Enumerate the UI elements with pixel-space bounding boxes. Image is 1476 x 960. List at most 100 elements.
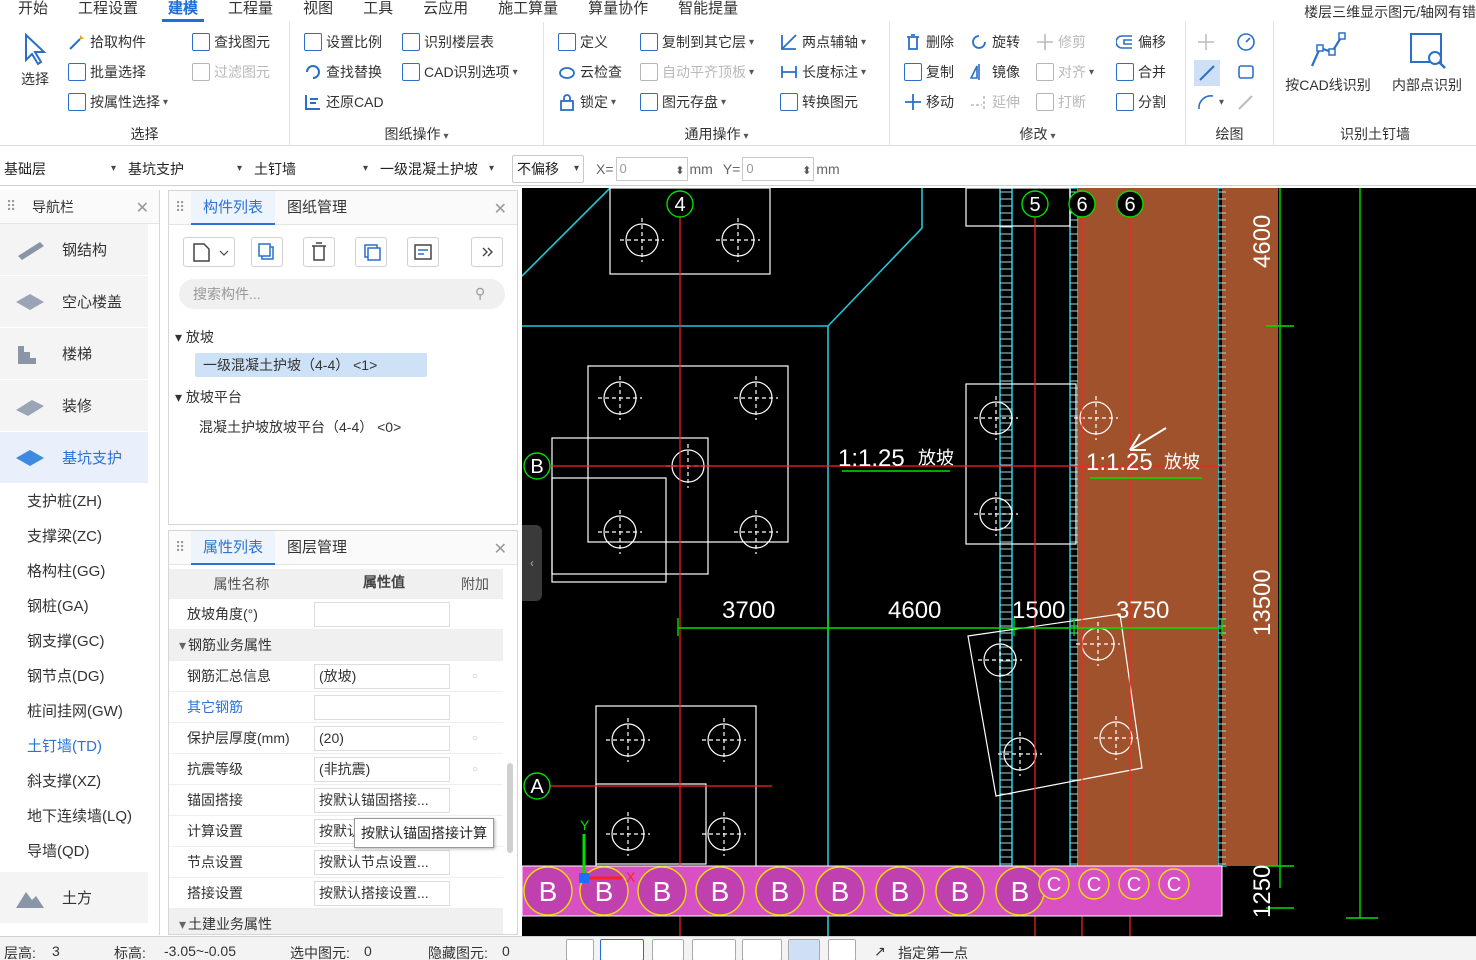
cloud-check-button[interactable]: 云检查	[558, 60, 622, 84]
menu-project-settings[interactable]: 工程设置	[60, 0, 150, 22]
offset-toggle[interactable]	[742, 939, 782, 960]
cad-drawing[interactable]: 3700 4600 1500 3750 4600 13500 1250 1:1.…	[522, 188, 1476, 936]
sort-component-button[interactable]	[407, 237, 439, 267]
dynamic-input-toggle[interactable]	[788, 939, 820, 960]
property-row[interactable]: 其它钢筋	[169, 692, 503, 723]
angle-toggle[interactable]	[692, 939, 736, 960]
nav-item[interactable]: 桩间挂网(GW)	[0, 694, 148, 729]
floor-select[interactable]: 基础层	[0, 155, 120, 183]
auto-align-button[interactable]: 自动平齐顶板	[640, 60, 754, 84]
nav-item[interactable]: 钢节点(DG)	[0, 659, 148, 694]
rotate-button[interactable]: 旋转	[970, 30, 1020, 54]
find-replace-button[interactable]: 查找替换	[304, 60, 382, 84]
property-row[interactable]: 搭接设置 按默认搭接设置...	[169, 878, 503, 909]
property-row[interactable]: 锚固搭接 按默认锚固搭接...	[169, 785, 503, 816]
find-element-button[interactable]: 查找图元	[192, 30, 270, 54]
nav-cat-decoration[interactable]: 装修	[0, 380, 148, 432]
tab-layer-management[interactable]: 图层管理	[275, 531, 359, 565]
nav-close-icon[interactable]: ✕	[136, 198, 149, 218]
pick-component-button[interactable]: 拾取构件	[68, 30, 146, 54]
category-select[interactable]: 基坑支护	[124, 155, 246, 183]
nav-item[interactable]: 格构柱(GG)	[0, 554, 148, 589]
convert-element-button[interactable]: 转换图元	[780, 90, 858, 114]
merge-button[interactable]: 合并	[1116, 60, 1166, 84]
property-row[interactable]: 钢筋汇总信息 (放坡) ○	[169, 661, 503, 692]
draw-point-button[interactable]	[1196, 30, 1216, 54]
offset-button[interactable]: 偏移	[1115, 30, 1166, 54]
nav-cat-hollow-slab[interactable]: 空心楼盖	[0, 276, 148, 328]
property-row[interactable]: 抗震等级 (非抗震) ○	[169, 754, 503, 785]
lock-button[interactable]: 锁定	[558, 90, 616, 114]
tree-item-platform-1[interactable]: 混凝土护坡放坡平台（4-4） <0>	[199, 417, 401, 437]
menu-smart[interactable]: 智能提量	[660, 0, 750, 22]
copy-component-button[interactable]	[251, 237, 283, 267]
tab-component-list[interactable]: 构件列表	[191, 190, 276, 225]
property-row[interactable]: ▾ 土建业务属性	[169, 909, 503, 934]
panel-collapse-toggle[interactable]: ‹	[522, 525, 542, 601]
define-button[interactable]: 定义	[558, 30, 608, 54]
nav-item[interactable]: 支护桩(ZH)	[0, 484, 148, 519]
layer-copy-button[interactable]	[355, 237, 387, 267]
drawing-group-title[interactable]: 图纸操作	[290, 124, 543, 144]
draw-arc-point-button[interactable]	[1236, 30, 1256, 54]
set-scale-button[interactable]: 设置比例	[304, 30, 382, 54]
property-value[interactable]: (非抗震)	[314, 756, 450, 782]
property-extra-checkbox[interactable]: ○	[450, 671, 500, 682]
cad-canvas[interactable]: 3700 4600 1500 3750 4600 13500 1250 1:1.…	[522, 188, 1476, 936]
component-search-input[interactable]: 搜索构件...	[179, 279, 505, 309]
draw-arc-button[interactable]	[1196, 90, 1224, 114]
property-extra-checkbox[interactable]: ○	[450, 733, 500, 744]
property-scrollbar[interactable]	[507, 763, 513, 853]
y-input[interactable]: 0	[742, 156, 815, 182]
drag-grip-icon[interactable]: ⠿	[175, 199, 191, 216]
split-button[interactable]: 分割	[1116, 90, 1166, 114]
cad-options-button[interactable]: CAD识别选项	[402, 60, 518, 84]
restore-cad-button[interactable]: 还原CAD	[304, 90, 384, 114]
soil-nail-wall[interactable]	[1078, 188, 1218, 866]
copy-to-floor-button[interactable]: 复制到其它层	[640, 30, 754, 54]
nav-cat-pit-support[interactable]: 基坑支护	[0, 432, 148, 484]
property-row[interactable]: 保护层厚度(mm) (20) ○	[169, 723, 503, 754]
property-value[interactable]	[314, 601, 450, 627]
menu-view[interactable]: 视图	[285, 0, 345, 22]
ortho-toggle[interactable]	[566, 939, 594, 960]
nav-item[interactable]: 支撑梁(ZC)	[0, 519, 148, 554]
property-value[interactable]: 按默认锚固搭接...	[314, 787, 450, 813]
nav-item[interactable]: 斜支撑(XZ)	[0, 764, 148, 799]
menu-modeling[interactable]: 建模	[150, 0, 210, 22]
draw-pen-button[interactable]	[1236, 90, 1256, 114]
component-select[interactable]: 一级混凝土护坡	[376, 155, 498, 183]
nav-item[interactable]: 钢桩(GA)	[0, 589, 148, 624]
align-button[interactable]: 对齐	[1036, 60, 1094, 84]
tree-group-platform[interactable]: ▾ 放坡平台	[175, 387, 242, 407]
delete-component-button[interactable]	[303, 237, 335, 267]
mirror-button[interactable]: 镜像	[969, 60, 1020, 84]
two-point-axis-button[interactable]: 两点辅轴	[780, 30, 866, 54]
modify-group-title[interactable]: 修改	[890, 124, 1185, 144]
draw-line-button[interactable]	[1194, 60, 1220, 86]
tab-drawing-management[interactable]: 图纸管理	[275, 191, 359, 225]
copy-button[interactable]: 复制	[904, 60, 954, 84]
inner-point-identify-button[interactable]: 内部点识别	[1384, 28, 1470, 95]
trim-button[interactable]: 修剪	[1036, 30, 1086, 54]
move-button[interactable]: 移动	[904, 90, 954, 114]
common-group-title[interactable]: 通用操作	[544, 124, 889, 144]
identify-by-cad-line-button[interactable]: 按CAD线识别	[1280, 28, 1376, 95]
nav-item[interactable]: 土钉墙(TD)	[0, 729, 148, 764]
x-input[interactable]: 0	[615, 156, 688, 182]
property-row[interactable]: 节点设置 按默认节点设置...	[169, 847, 503, 878]
select-by-attr-button[interactable]: 按属性选择	[68, 90, 168, 114]
property-value[interactable]: (20)	[314, 725, 450, 751]
menu-tools[interactable]: 工具	[345, 0, 405, 22]
offset-select[interactable]: 不偏移	[512, 154, 584, 183]
nav-item[interactable]: 地下连续墙(LQ)	[0, 799, 148, 834]
break-button[interactable]: 打断	[1036, 90, 1086, 114]
cross-select-toggle[interactable]	[652, 939, 684, 960]
store-element-button[interactable]: 图元存盘	[640, 90, 726, 114]
new-component-button[interactable]	[183, 237, 235, 267]
batch-select-button[interactable]: 批量选择	[68, 60, 146, 84]
property-value[interactable]	[314, 694, 450, 720]
menu-quantity[interactable]: 工程量	[210, 0, 285, 22]
menu-cloud[interactable]: 云应用	[405, 0, 480, 22]
length-dim-button[interactable]: 长度标注	[780, 60, 866, 84]
